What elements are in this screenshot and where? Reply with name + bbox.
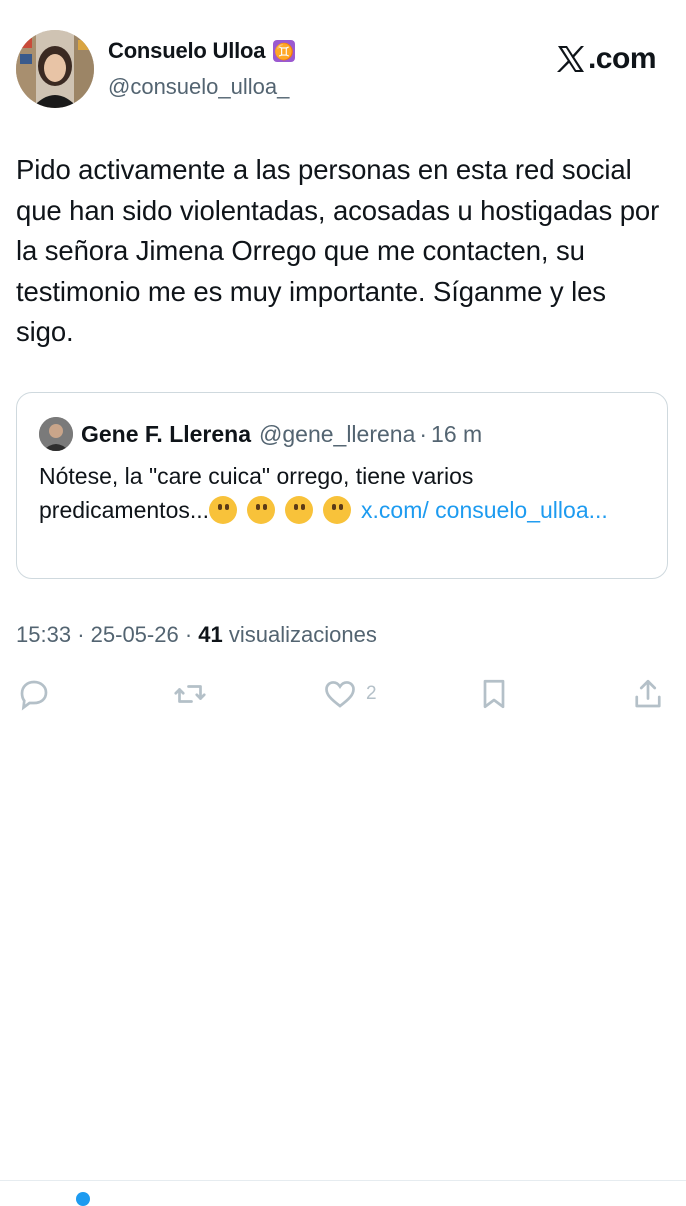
- quoted-tweet-text: Nótese, la "care cuica" orrego, tiene va…: [39, 459, 639, 527]
- bottom-nav-indicator: [76, 1192, 90, 1206]
- meta-separator: ·: [184, 622, 193, 647]
- reply-icon: [20, 680, 48, 711]
- action-bar: 2: [16, 676, 670, 716]
- quoted-author-name: Gene F. Llerena: [81, 420, 252, 447]
- tweet-text: Pido activamente a las personas en esta …: [16, 154, 660, 347]
- quoted-author-handle: @gene_llerena: [259, 420, 416, 447]
- quoted-tweet-card[interactable]: Gene F. Llerena @gene_llerena · 16 m Nót…: [16, 392, 668, 579]
- thinking-face-icon: [209, 496, 238, 524]
- like-button[interactable]: 2: [322, 676, 377, 712]
- author-name-row: Consuelo Ulloa ♊: [108, 38, 296, 64]
- x-logo-icon: [556, 46, 584, 72]
- thinking-face-icon: [285, 496, 314, 524]
- bookmark-button[interactable]: [476, 676, 512, 712]
- thinking-face-icon: [247, 496, 276, 524]
- gemini-zodiac-icon: ♊: [273, 40, 296, 62]
- quoted-separator: ·: [419, 420, 428, 447]
- thinking-face-icon: [323, 496, 352, 524]
- share-icon: [635, 679, 661, 708]
- tweet-date[interactable]: 25-05-26: [91, 622, 179, 647]
- bottom-divider: [0, 1180, 686, 1181]
- tweet-meta: 15:33 · 25-05-26 · 41 visualizaciones: [16, 622, 377, 648]
- tweet-time[interactable]: 15:33: [16, 622, 71, 647]
- repost-button[interactable]: [172, 676, 208, 712]
- author-handle[interactable]: @consuelo_ulloa_: [108, 74, 289, 100]
- brand-text: .com: [587, 42, 657, 75]
- views-label: visualizaciones: [228, 622, 377, 647]
- reply-button[interactable]: [16, 676, 52, 712]
- heart-icon: [325, 681, 355, 708]
- like-count: 2: [366, 683, 377, 704]
- bookmark-icon: [483, 679, 505, 709]
- repost-icon: [174, 685, 206, 703]
- author-avatar[interactable]: [16, 30, 94, 108]
- quoted-link[interactable]: x.com/ consuelo_ulloa...: [361, 497, 608, 523]
- quoted-tweet-header: Gene F. Llerena @gene_llerena · 16 m: [39, 417, 482, 451]
- brand-watermark: .com: [556, 42, 657, 76]
- quoted-author-avatar: [39, 417, 73, 451]
- author-display-name[interactable]: Consuelo Ulloa: [108, 38, 266, 64]
- meta-separator: ·: [77, 622, 85, 647]
- share-button[interactable]: [630, 676, 666, 712]
- views-count: 41: [198, 622, 223, 647]
- quoted-time: 16 m: [431, 420, 483, 447]
- tweet-header: Consuelo Ulloa ♊ @consuelo_ulloa_ .com: [16, 30, 670, 110]
